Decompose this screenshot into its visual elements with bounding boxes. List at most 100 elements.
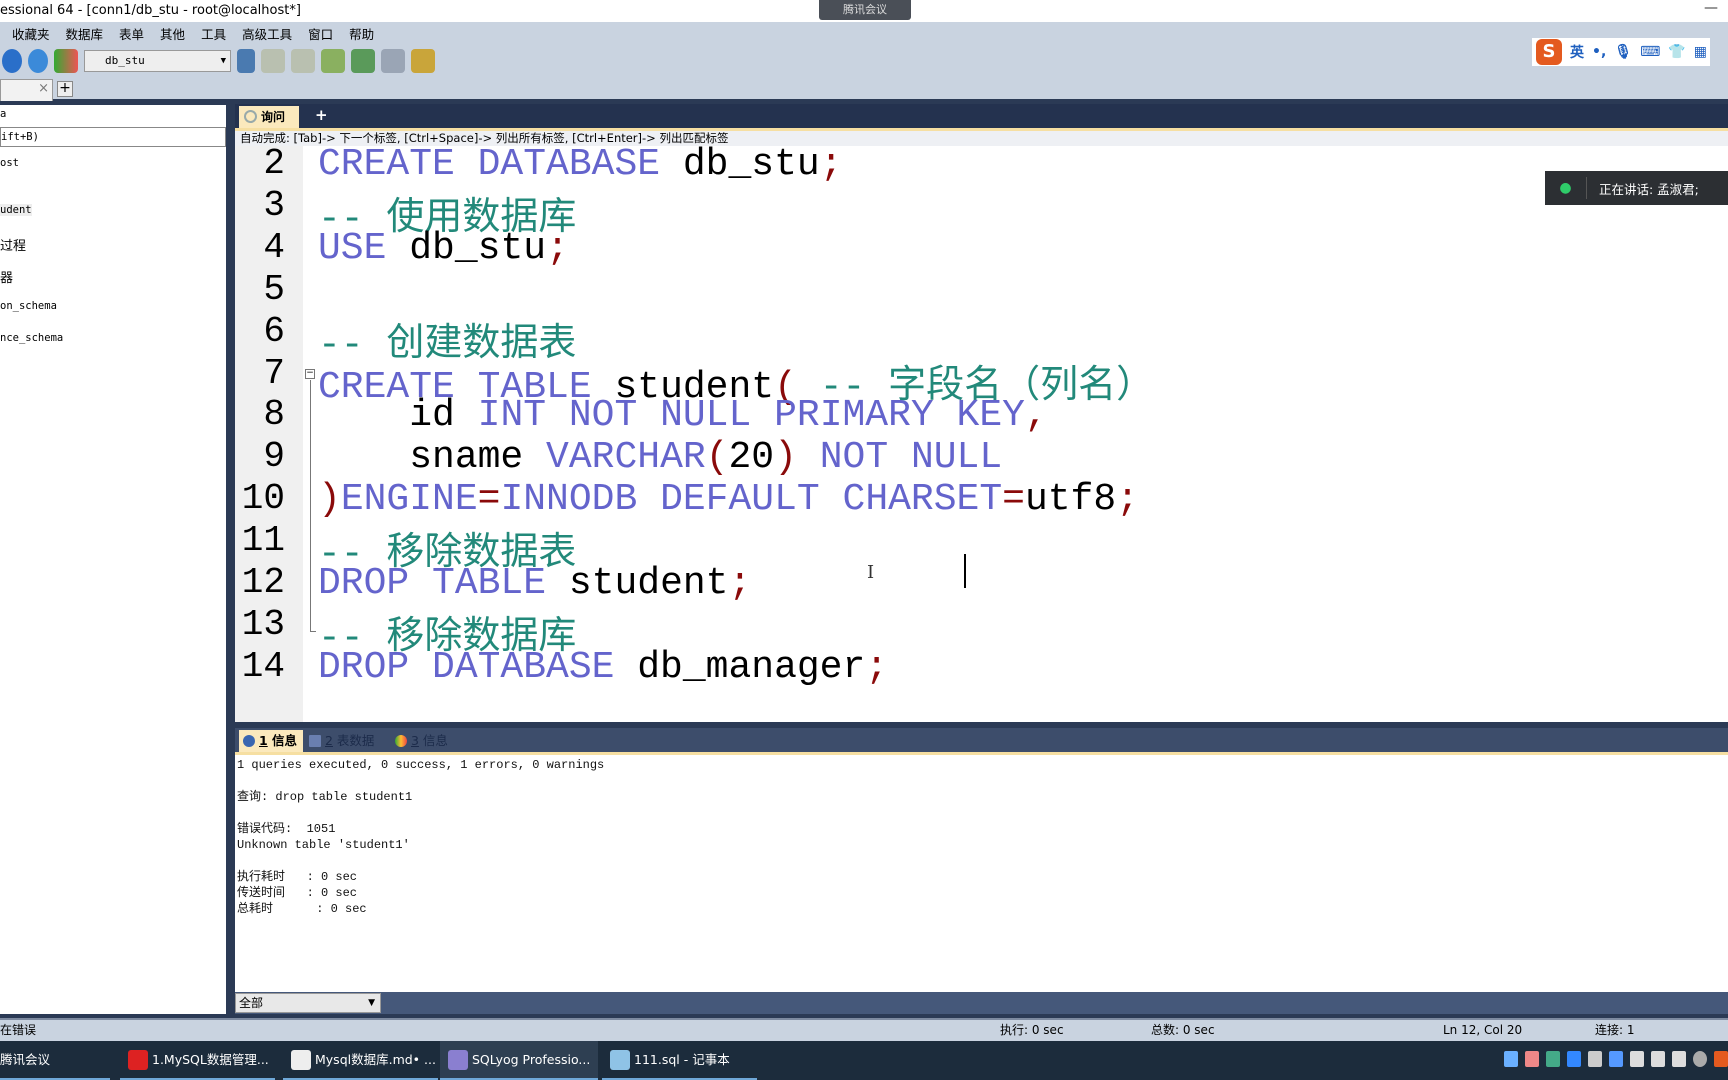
line-number: 3 — [263, 184, 285, 226]
sql-punctuation: = — [477, 478, 501, 522]
network-icon[interactable] — [1651, 1051, 1665, 1067]
menu-other[interactable]: 其他 — [160, 24, 185, 43]
bluetooth-icon[interactable] — [1609, 1051, 1623, 1067]
line-number: 11 — [241, 520, 285, 562]
table-import-icon[interactable] — [351, 48, 375, 73]
backup-icon[interactable] — [321, 48, 345, 73]
sql-punctuation: ; — [819, 143, 843, 186]
code-line: DROP TABLE student; — [318, 562, 751, 605]
ime-toolbar[interactable]: S 英 •, 🎙 ⌨ 👕 ▦ — [1532, 38, 1710, 66]
schema-icon[interactable] — [54, 48, 78, 73]
sql-keyword: NOT NULL — [819, 436, 1003, 480]
tree-item-information-schema[interactable]: on_schema — [0, 300, 57, 312]
tree-item-student[interactable]: udent — [0, 204, 32, 216]
sql-punctuation: ) — [774, 436, 797, 480]
skin-icon[interactable]: 👕 — [1668, 44, 1685, 60]
taskbar-tencent-meeting[interactable]: 腾讯会议 — [0, 1041, 110, 1080]
typora-icon — [291, 1050, 311, 1070]
keyboard-icon[interactable]: ⌨ — [1640, 44, 1660, 60]
menu-tools[interactable]: 工具 — [201, 24, 226, 43]
taskbar-notepad[interactable]: 111.sql - 记事本 — [602, 1041, 757, 1080]
meeting-badge[interactable]: 腾讯会议 — [819, 0, 911, 20]
results-panel: 1 queries executed, 0 success, 1 errors,… — [235, 752, 1728, 992]
status-bar: 在错误 执行: 0 sec 总数: 0 sec Ln 12, Col 20 连接… — [0, 1018, 1728, 1041]
meeting-tray-icon[interactable] — [1567, 1051, 1581, 1067]
sql-identifier: db_manager — [614, 645, 866, 689]
sql-punctuation: , — [1024, 394, 1048, 438]
add-connection-button[interactable]: + — [57, 81, 73, 97]
database-select[interactable]: db_stu ▼ — [84, 49, 231, 72]
tree-item-triggers[interactable]: 器 — [0, 267, 13, 286]
volume-icon[interactable] — [1672, 1051, 1686, 1067]
sql-editor[interactable]: 2 3 4 5 6 7 8 9 10 11 12 13 14 − CREATE DATABASE db_… — [235, 143, 1728, 722]
result-filter-select[interactable]: 全部 ▼ — [235, 993, 381, 1013]
code-line: USE db_stu; — [318, 227, 569, 270]
close-tray-icon[interactable] — [1693, 1051, 1707, 1067]
line-number: 10 — [241, 478, 285, 520]
add-query-tab-button[interactable]: + — [315, 108, 329, 123]
query-tab[interactable]: 询问 — [239, 106, 299, 128]
menu-database[interactable]: 数据库 — [66, 24, 104, 43]
status-exec-time: 执行: 0 sec — [1000, 1023, 1064, 1037]
filter-input[interactable]: ift+B) — [0, 127, 226, 147]
minimize-button[interactable]: — — [1704, 0, 1718, 16]
status-connections: 连接: 1 — [1595, 1023, 1635, 1037]
table-icon — [309, 735, 321, 747]
tab-table-data[interactable]: 2 表数据 — [305, 730, 387, 752]
taskbar: 腾讯会议 1.MySQL数据管理... Mysql数据库.md• ... SQL… — [0, 1041, 1728, 1080]
sql-identifier: sname — [318, 436, 547, 480]
wps-icon — [128, 1050, 148, 1070]
line-number: 2 — [263, 143, 285, 184]
usb-icon[interactable] — [1504, 1051, 1518, 1067]
line-number: 4 — [263, 226, 285, 268]
microphone-icon[interactable]: 🎙 — [1614, 44, 1632, 60]
code-line: sname VARCHAR(20) NOT NULL — [318, 436, 1002, 479]
query-icon — [244, 110, 257, 123]
ime-language[interactable]: 英 — [1570, 42, 1584, 62]
tab-messages[interactable]: 1 信息 — [239, 730, 303, 752]
taskbar-typora[interactable]: Mysql数据库.md• ... — [283, 1041, 438, 1080]
toolbar: db_stu ▼ — [0, 44, 1728, 77]
table-calc-icon[interactable] — [381, 48, 405, 73]
menu-table[interactable]: 表单 — [119, 24, 144, 43]
object-browser: a ift+B) ost udent 过程 器 on_schema nce_sc… — [0, 105, 229, 1014]
line-number: 14 — [241, 645, 285, 687]
tree-item-procedures[interactable]: 过程 — [0, 235, 26, 254]
refresh-icon[interactable] — [28, 48, 48, 73]
close-icon[interactable]: × — [38, 81, 49, 96]
user-icon[interactable] — [237, 48, 255, 73]
menu-window[interactable]: 窗口 — [308, 24, 333, 43]
import-icon[interactable] — [261, 48, 285, 73]
connection-tabstrip: × + — [0, 77, 1728, 101]
mouse-ibeam-cursor: I — [867, 562, 875, 583]
menu-help[interactable]: 帮助 — [349, 24, 374, 43]
taskbar-wps[interactable]: 1.MySQL数据管理... — [120, 1041, 275, 1080]
sql-keyword: DROP DATABASE — [318, 645, 615, 689]
sql-keyword: INT NOT NULL PRIMARY KEY — [477, 394, 1025, 438]
fold-toggle-icon[interactable]: − — [305, 369, 315, 379]
table-key-icon[interactable] — [411, 48, 435, 73]
sql-identifier: id — [318, 394, 478, 438]
apps-icon[interactable]: ▦ — [1694, 44, 1707, 60]
sqlyog-icon — [448, 1050, 468, 1070]
tree-item-host[interactable]: ost — [0, 157, 19, 169]
taskbar-sqlyog[interactable]: SQLyog Professio... — [440, 1041, 598, 1080]
line-number: 12 — [241, 562, 285, 603]
sql-keyword: USE — [318, 226, 387, 270]
microphone-icon[interactable] — [1630, 1051, 1644, 1067]
pen-icon[interactable] — [1588, 1051, 1602, 1067]
sql-keyword: CREATE DATABASE — [318, 143, 661, 186]
sql-identifier: student — [546, 562, 729, 605]
forward-icon[interactable] — [2, 48, 22, 73]
ime-punctuation[interactable]: •, — [1592, 44, 1606, 60]
export-icon[interactable] — [291, 48, 315, 73]
security-icon[interactable] — [1546, 1051, 1560, 1067]
sogou-tray-icon[interactable] — [1714, 1051, 1728, 1067]
app-tray-icon[interactable] — [1525, 1051, 1539, 1067]
connection-tab[interactable]: × — [0, 79, 53, 101]
sql-identifier: db_stu — [660, 143, 820, 186]
tab-info[interactable]: 3 信息 — [391, 730, 457, 752]
menu-favorites[interactable]: 收藏夹 — [12, 24, 50, 43]
menu-advanced-tools[interactable]: 高级工具 — [242, 24, 292, 43]
tree-item-performance-schema[interactable]: nce_schema — [0, 332, 63, 344]
